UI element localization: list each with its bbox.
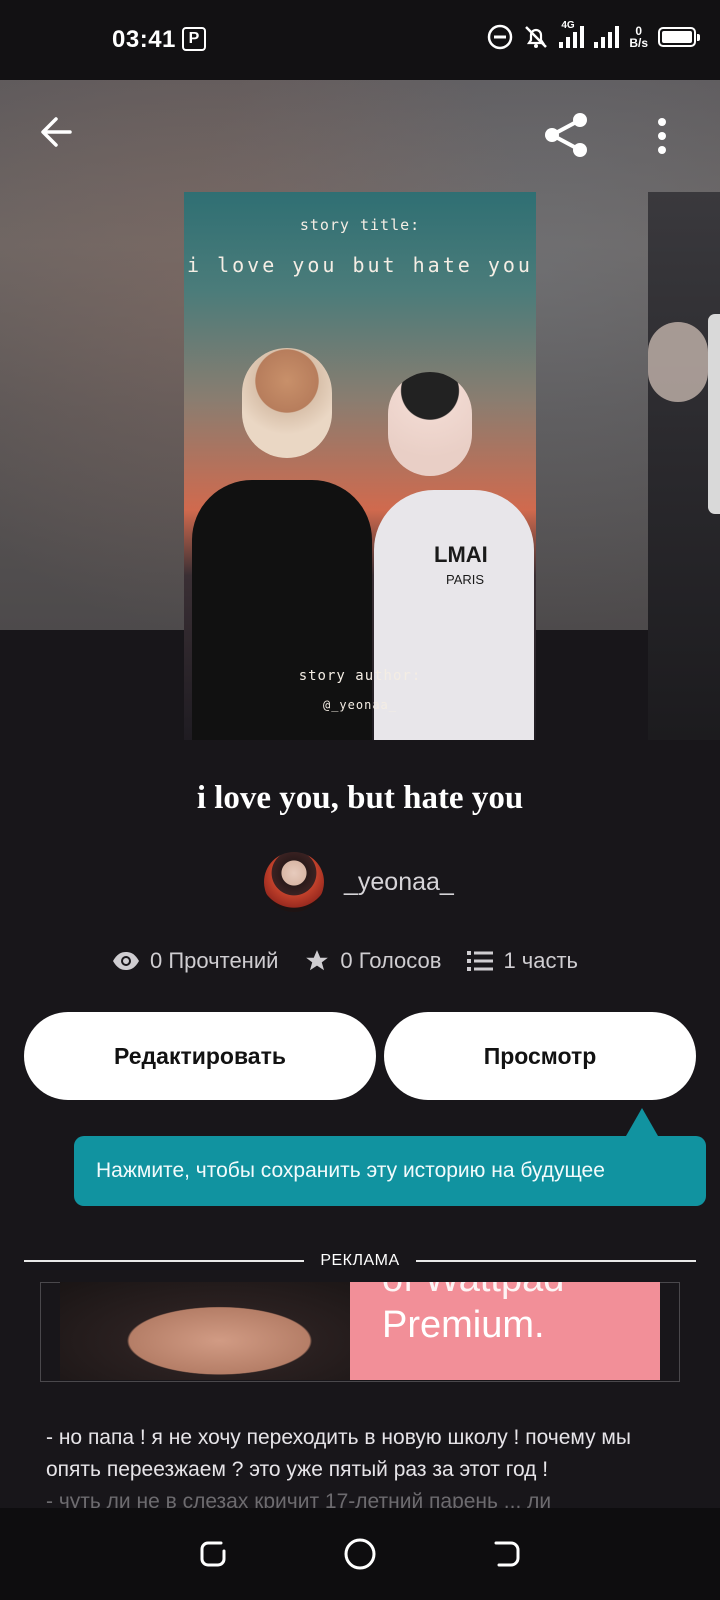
cover-title-text: i love you but hate you [187, 253, 533, 277]
home-icon [344, 1538, 376, 1570]
cover-figure-left-head [242, 348, 332, 458]
back-nav-button[interactable] [485, 1532, 529, 1576]
ad-label: РЕКЛАМА [320, 1252, 400, 1269]
more-vertical-icon[interactable] [654, 116, 670, 156]
ad-image [60, 1282, 350, 1380]
home-button[interactable] [338, 1532, 382, 1576]
cover-shirt-text: LMAI [434, 542, 488, 567]
view-button[interactable]: Просмотр [384, 1012, 696, 1100]
save-hint-tooltip[interactable]: Нажмите, чтобы сохранить эту историю на … [74, 1108, 706, 1206]
parts-stat: 1 часть [467, 948, 578, 974]
network-4g-label: 4G [561, 20, 575, 31]
cover-author-handle: @_yeonaa_ [322, 698, 398, 712]
author-name[interactable]: _yeonaa_ [344, 868, 454, 897]
story-cover[interactable]: story title: i love you but hate you LMA… [184, 192, 536, 740]
next-story-cover[interactable] [648, 192, 720, 740]
back-arrow-icon[interactable] [36, 112, 76, 152]
cover-author-label: story author: [298, 668, 422, 684]
cover-figure-right-head [388, 372, 472, 476]
system-nav-bar [0, 1508, 720, 1600]
status-icons: 4G 0 B/s [487, 20, 700, 50]
cover-shirt-subtext: PARIS [446, 572, 485, 587]
next-cover-figure [648, 322, 708, 402]
ad-divider-left [24, 1260, 305, 1262]
recents-button[interactable] [191, 1532, 235, 1576]
signal-4g: 4G [559, 20, 585, 48]
story-stats: 0 Прочтений 0 Голосов 1 часть [112, 948, 604, 974]
ad-banner[interactable]: of Wattpad Premium. [60, 1282, 660, 1380]
votes-count: 0 Голосов [340, 948, 442, 973]
eye-icon [113, 952, 139, 970]
battery-icon [658, 27, 700, 47]
reads-stat: 0 Прочтений [112, 948, 278, 974]
status-time: 03:41 [112, 26, 176, 53]
avatar[interactable] [264, 852, 324, 912]
story-title: i love you, but hate you [196, 780, 524, 816]
status-bar: 03:41 P 4G 0 B/s [0, 0, 720, 80]
share-icon[interactable] [542, 110, 592, 160]
votes-stat: 0 Голосов [304, 948, 441, 974]
signal-bars-2-icon [594, 26, 620, 48]
parking-icon: P [182, 27, 206, 51]
story-excerpt: - но папа ! я не хочу переходить в новую… [46, 1426, 631, 1481]
list-icon [467, 951, 494, 971]
carousel-scroll-handle[interactable] [708, 314, 720, 514]
ad-text-top: of Wattpad [382, 1282, 564, 1301]
net-speed: 0 B/s [629, 25, 648, 49]
author-row[interactable]: _yeonaa_ [264, 852, 454, 912]
edit-button[interactable]: Редактировать [24, 1012, 376, 1100]
star-icon [306, 950, 329, 971]
reads-count: 0 Прочтений [150, 948, 279, 973]
ad-divider-right [415, 1260, 696, 1262]
ad-label-row: РЕКЛАМА [24, 1252, 696, 1270]
parts-count: 1 часть [503, 948, 579, 973]
cover-title-label: story title: [299, 216, 421, 234]
ad-text-main: Premium. [382, 1304, 545, 1346]
mute-bell-icon [525, 26, 548, 48]
back-nav-icon [494, 1541, 520, 1567]
recents-icon [200, 1541, 226, 1567]
tooltip-text: Нажмите, чтобы сохранить эту историю на … [96, 1159, 605, 1182]
do-not-disturb-icon [488, 24, 513, 50]
net-speed-unit: B/s [629, 36, 648, 50]
